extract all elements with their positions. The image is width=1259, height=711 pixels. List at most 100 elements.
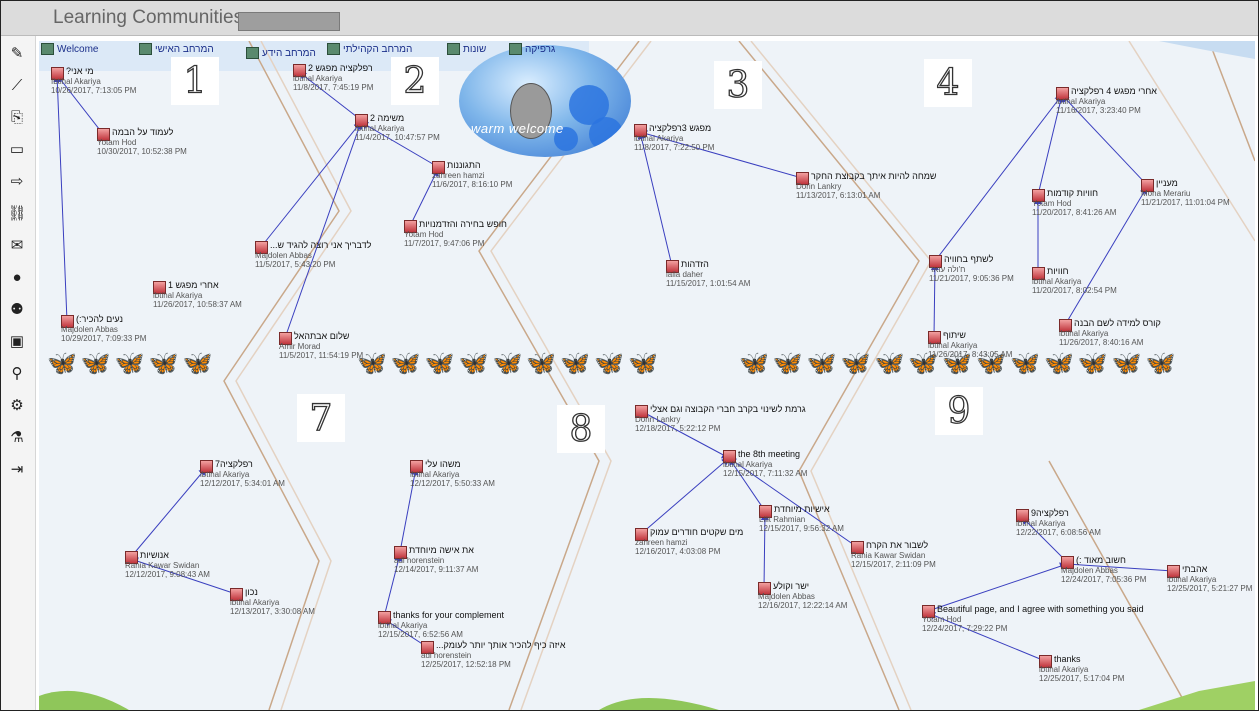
note-date: 11/26/2017, 10:58:37 AM <box>153 300 242 309</box>
note-title[interactable]: התגוננות <box>447 160 481 170</box>
build-on-link <box>284 121 363 339</box>
note-title[interactable]: משימה 2 <box>370 113 404 123</box>
note-title[interactable]: Beautiful page, and I agree with somethi… <box>937 604 1144 614</box>
note-title[interactable]: ...איזה כיף להכיר אותך יותר לעומק <box>436 640 565 650</box>
note-date: 11/20/2017, 8:41:26 AM <box>1032 208 1117 217</box>
app-window: Learning Communities ✎ ⟋ ⎘ ▭ ⇨ ⛓ ✉ ● ⚉ ▣ ⚲ ⚙ ⚗ ⇥ warm… <box>0 0 1259 711</box>
note-title[interactable]: את אישה מיוחדת <box>409 545 474 555</box>
note-author: Dorin Lankry <box>635 415 681 424</box>
note-author: ibtihal Akariya <box>928 341 978 350</box>
note-title[interactable]: אהבתי <box>1182 564 1207 574</box>
brush-icon[interactable]: ⟋ <box>6 74 28 96</box>
note-author: ibtihal Akariya <box>1039 665 1089 674</box>
note-title[interactable]: שמחה להיות איתך בקבוצת החקר <box>811 171 937 181</box>
note-title[interactable]: thanks <box>1054 654 1081 664</box>
note-date: 11/5/2017, 11:54:19 PM <box>279 351 364 360</box>
note-title[interactable]: מפגש 3רפלקציה <box>649 123 711 133</box>
note-title[interactable]: משהו עלי <box>425 459 461 469</box>
note-title[interactable]: נכון <box>245 587 258 597</box>
note-date: 10/29/2017, 7:09:33 PM <box>61 334 147 343</box>
note-title[interactable]: רפלקציה7 <box>215 459 253 469</box>
note-author: Yotam Hod <box>1032 199 1072 208</box>
note-title[interactable]: the 8th meeting <box>738 449 800 459</box>
note-title[interactable]: ?מי אני <box>66 66 94 76</box>
note-author: ibtihal Akariya <box>378 621 428 630</box>
view-title-field[interactable] <box>238 12 340 31</box>
note-title[interactable]: thanks for your complement <box>393 610 504 620</box>
note-title[interactable]: שיתוף <box>943 330 966 340</box>
note-title[interactable]: חוויות קודמות <box>1047 188 1098 198</box>
signpost-icon[interactable]: ⇨ <box>6 170 28 192</box>
note-date: 12/24/2017, 7:29:22 PM <box>922 624 1008 633</box>
note-date: 11/4/2017, 10:47:57 PM <box>355 133 440 142</box>
exit-icon[interactable]: ⇥ <box>6 458 28 480</box>
note-title[interactable]: לשבור את הקרח <box>866 540 928 550</box>
left-toolbar: ✎ ⟋ ⎘ ▭ ⇨ ⛓ ✉ ● ⚉ ▣ ⚲ ⚙ ⚗ ⇥ <box>1 36 36 710</box>
note-date: 10/30/2017, 10:52:38 PM <box>97 147 187 156</box>
flask-icon[interactable]: ⚗ <box>6 426 28 448</box>
note-author: Yotam Hod <box>922 615 962 624</box>
people-icon[interactable]: ⚉ <box>6 298 28 320</box>
note-title[interactable]: מעניין <box>1156 178 1178 188</box>
window-icon[interactable]: ▭ <box>6 138 28 160</box>
note-author: Majdolen Abbas <box>255 251 312 260</box>
note-title[interactable]: מים שקטים חודרים עמוק <box>650 527 743 537</box>
note-author: Dorin Lankry <box>796 182 842 191</box>
note-date: 11/15/2017, 1:01:54 AM <box>666 279 751 288</box>
pencil-icon[interactable]: ✎ <box>6 42 28 64</box>
note-title[interactable]: רפלקציה מפגש 2 <box>308 63 373 73</box>
note-title[interactable]: ...לדבריך אני רוצה להגיד ש <box>270 240 371 250</box>
note-title[interactable]: לשתף בחוויה <box>944 254 993 264</box>
knowledge-canvas[interactable]: warm welcome Welcome המרחב האישי המרחב היד… <box>39 41 1255 710</box>
note-title[interactable]: (:נעים להכיר <box>76 314 123 324</box>
build-on-link <box>260 121 362 248</box>
note-date: 12/16/2017, 4:03:08 PM <box>635 547 721 556</box>
note-title[interactable]: הזדהות <box>681 259 709 269</box>
note-author: adi horenstein <box>394 556 445 565</box>
note-title[interactable]: קורס למידה לשם הבנה <box>1074 318 1161 328</box>
note-date: 11/7/2017, 9:47:06 PM <box>404 239 485 248</box>
note-title[interactable]: אחרי מפגש 4 רפלקציה <box>1071 86 1157 96</box>
toolbox-icon[interactable]: ▣ <box>6 330 28 352</box>
note-author: zahreen hamzi <box>635 538 688 547</box>
note-title[interactable]: חופש בחירה והזדמנויות <box>419 219 507 229</box>
note-date: 12/15/2017, 6:52:56 AM <box>378 630 463 639</box>
person-icon[interactable]: ● <box>6 266 28 288</box>
note-author: ibtihal Akariya <box>410 470 460 479</box>
note-title[interactable]: אנושיות <box>140 550 169 560</box>
note-date: 12/25/2017, 12:52:18 PM <box>421 660 511 669</box>
note-title[interactable]: חוויות <box>1047 266 1069 276</box>
note-date: 12/24/2017, 7:05:36 PM <box>1061 575 1147 584</box>
note-author: Mona Merariu <box>1141 189 1191 198</box>
note-date: 12/16/2017, 12:22:14 AM <box>758 601 848 610</box>
note-title[interactable]: אישיות מיוחדת <box>774 504 830 514</box>
note-author: Majdolen Abbas <box>758 592 815 601</box>
title-bar: Learning Communities <box>1 1 1258 36</box>
note-date: 12/25/2017, 5:17:04 PM <box>1039 674 1125 683</box>
note-title[interactable]: (: חשוב מאוד <box>1076 555 1126 565</box>
note-date: 11/8/2017, 7:45:19 PM <box>293 83 374 92</box>
note-title[interactable]: שלום אבתהאל <box>294 331 349 341</box>
note-title[interactable]: ישר וקולע <box>773 581 809 591</box>
note-date: 11/21/2017, 9:05:36 PM <box>929 274 1014 283</box>
note-date: 11/26/2017, 8:43:05 AM <box>928 350 1013 359</box>
note-author: Rania Kawar Swidan <box>125 561 200 570</box>
gear-icon[interactable]: ⚙ <box>6 394 28 416</box>
note-title[interactable]: גרמת לשינוי בקרב חברי הקבוצה וגם אצלי <box>650 404 806 414</box>
envelope-icon[interactable]: ✉ <box>6 234 28 256</box>
note-date: 12/12/2017, 5:50:33 AM <box>410 479 495 488</box>
note-author: ibtihal Akariya <box>1056 97 1106 106</box>
note-author: ibtihal Akariya <box>200 470 250 479</box>
note-date: 12/15/2017, 9:56:32 AM <box>759 524 844 533</box>
note-date: 12/12/2017, 5:34:01 AM <box>200 479 285 488</box>
paperclip-icon[interactable]: ⎘ <box>6 106 28 128</box>
note-title[interactable]: לעמוד על הבמה <box>112 127 173 137</box>
search-icon[interactable]: ⚲ <box>6 362 28 384</box>
note-title[interactable]: אחרי מפגש 1 <box>168 280 219 290</box>
note-date: 12/22/2017, 6:08:56 AM <box>1016 528 1101 537</box>
note-title[interactable]: רפלקציה9 <box>1031 508 1069 518</box>
note-author: ibtihal Akariya <box>293 74 343 83</box>
link-icon[interactable]: ⛓ <box>6 202 28 224</box>
note-author: zahreen hamzi <box>432 171 485 180</box>
note-date: 12/15/2017, 2:11:09 PM <box>851 560 936 569</box>
